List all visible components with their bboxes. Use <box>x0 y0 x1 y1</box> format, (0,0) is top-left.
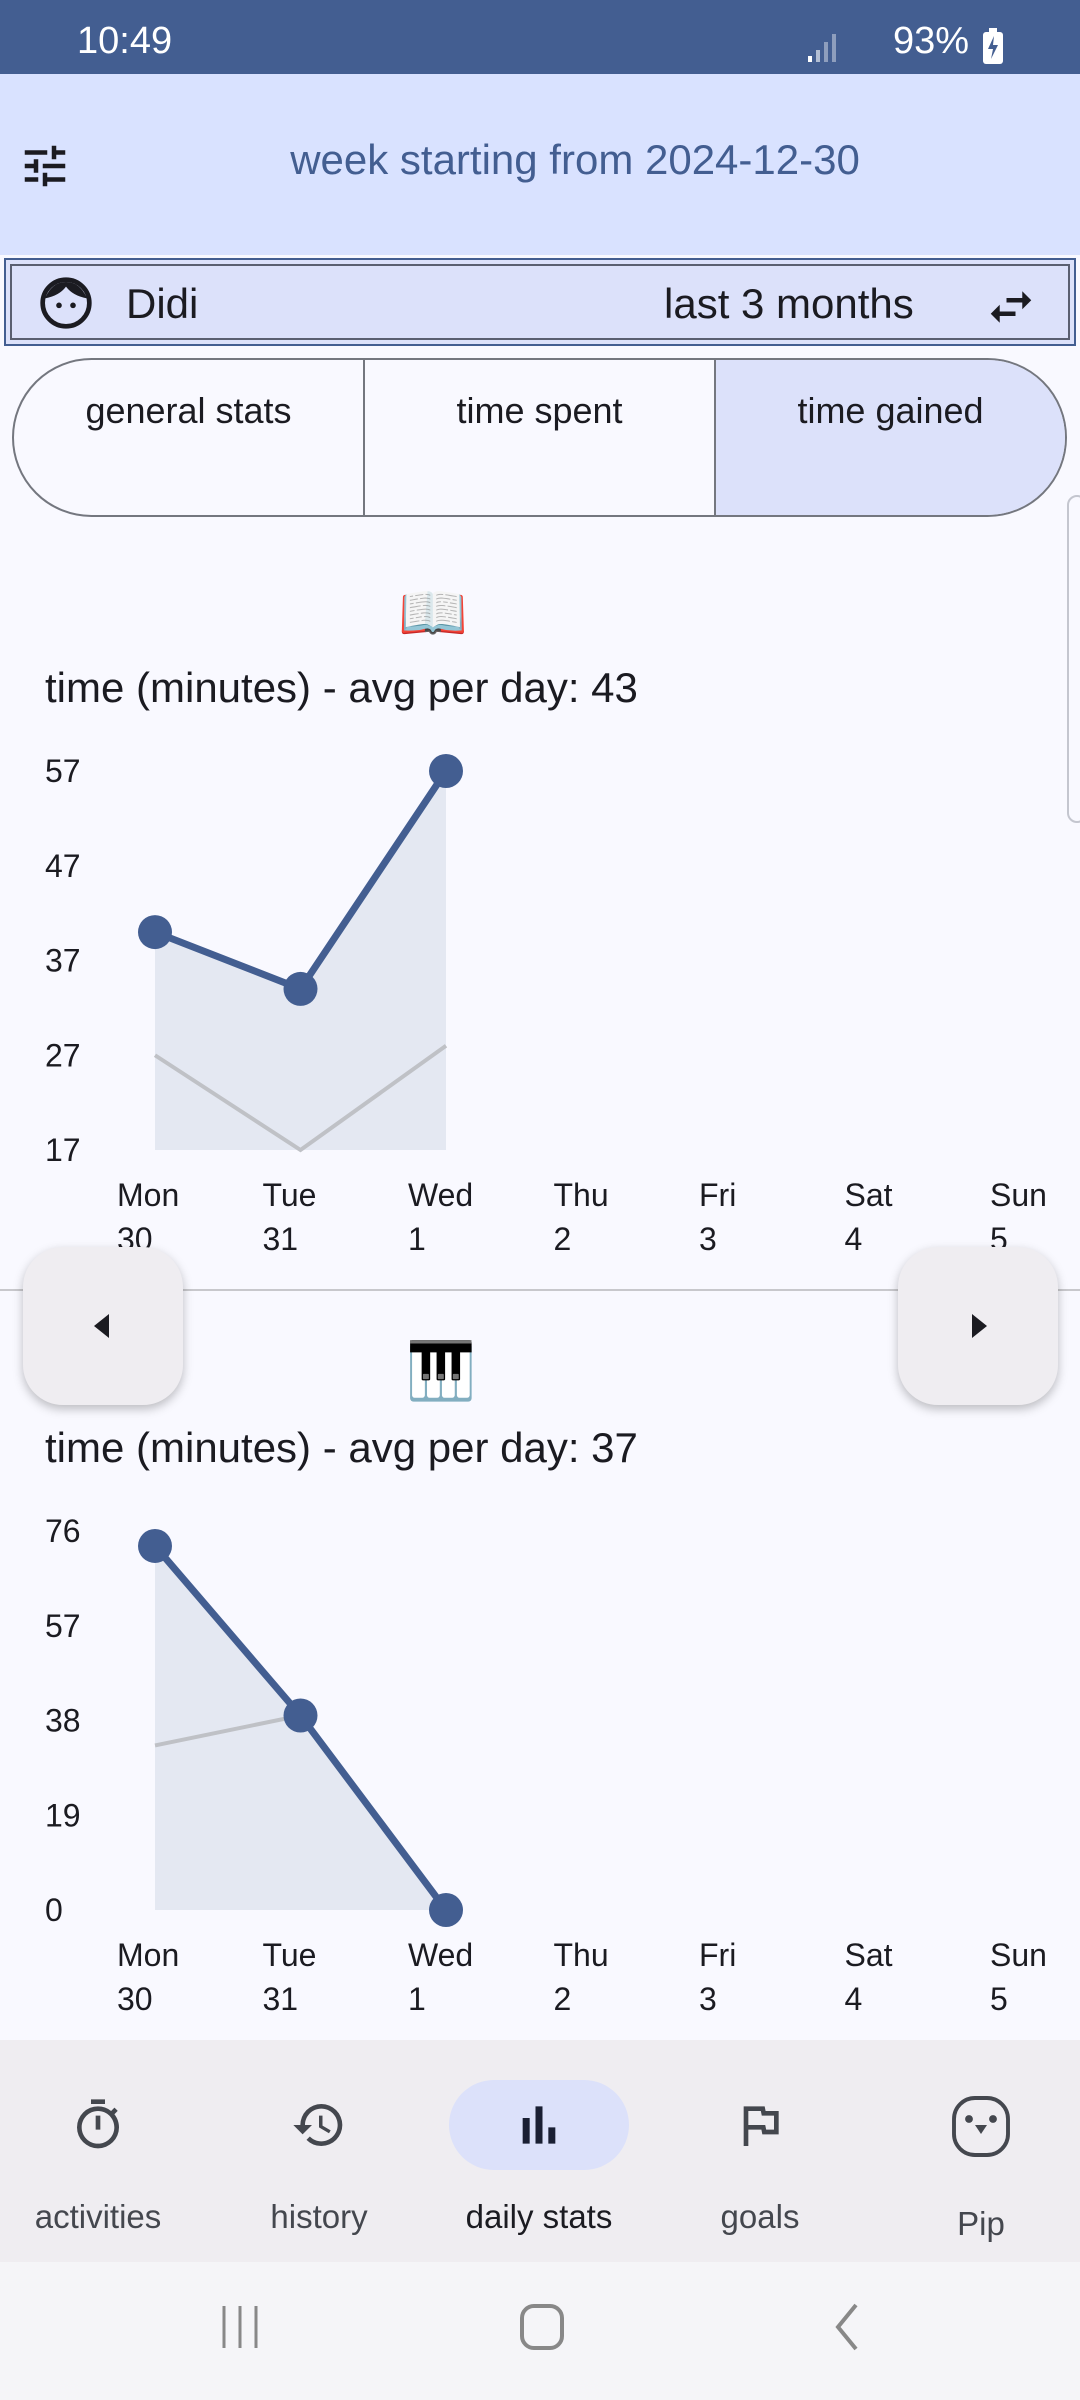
tab-time-gained[interactable]: time gained <box>716 360 1065 515</box>
x-tick-label: 30 <box>117 1981 153 2017</box>
signal-icon <box>808 34 836 62</box>
data-point <box>283 971 318 1006</box>
x-tick-label: Tue <box>263 1177 317 1213</box>
week-title: week starting from 2024-12-30 <box>290 136 860 183</box>
x-tick-label: 2 <box>554 1221 572 1257</box>
x-tick-label: 31 <box>263 1221 299 1257</box>
arrow-left-icon <box>94 1314 109 1338</box>
y-tick-label: 17 <box>45 1132 81 1168</box>
data-point <box>429 1893 463 1927</box>
status-bar: 10:49 93% <box>0 0 1080 74</box>
nav-history[interactable]: history <box>211 2040 427 2262</box>
home-icon[interactable] <box>518 2302 566 2352</box>
x-tick-label: Wed <box>408 1177 473 1213</box>
stats-tabs: general stats time spent time gained <box>12 358 1067 517</box>
nav-goals[interactable]: goals <box>652 2040 868 2262</box>
recent-apps-icon[interactable] <box>220 2302 264 2352</box>
y-tick-label: 27 <box>45 1037 81 1073</box>
y-tick-label: 0 <box>45 1892 63 1928</box>
nav-daily-stats[interactable]: daily stats <box>431 2040 647 2262</box>
user-range-selector[interactable]: Didi last 3 months <box>4 258 1076 346</box>
next-week-button[interactable] <box>898 1247 1058 1405</box>
chart-2-title: time (minutes) - avg per day: 37 <box>45 1424 638 1471</box>
x-tick-label: Wed <box>408 1937 473 1973</box>
nav-label: goals <box>720 2198 800 2235</box>
piano-emoji: 🎹 <box>406 1339 476 1402</box>
nav-activities[interactable]: activities <box>0 2040 206 2262</box>
timer-icon <box>77 2099 119 2149</box>
x-tick-label: 1 <box>408 1981 426 2017</box>
nav-pip[interactable]: Pip <box>873 2040 1080 2262</box>
bottom-navigation: activities history daily stats goals Pip <box>0 2040 1080 2262</box>
x-tick-label: Mon <box>117 1937 179 1973</box>
arrow-right-icon <box>972 1314 987 1338</box>
x-tick-label: Sat <box>845 1177 893 1213</box>
y-tick-label: 47 <box>45 848 81 884</box>
battery-percent: 93% <box>893 20 970 62</box>
data-point <box>138 915 172 950</box>
chart-1: 5747372717Mon30Tue31Wed1Thu2Fri3Sat4Sun5 <box>45 753 1047 1257</box>
nav-label: history <box>270 2198 368 2235</box>
x-tick-label: 5 <box>990 1981 1008 2017</box>
x-tick-label: Thu <box>554 1177 609 1213</box>
history-icon <box>293 2104 343 2146</box>
swap-horiz-icon[interactable] <box>984 280 1038 334</box>
x-tick-label: 1 <box>408 1221 426 1257</box>
x-tick-label: Mon <box>117 1177 179 1213</box>
y-tick-label: 76 <box>45 1513 81 1549</box>
system-navigation-bar <box>0 2262 1080 2400</box>
nav-label: Pip <box>957 2205 1005 2242</box>
data-point <box>429 754 463 788</box>
tab-general-stats[interactable]: general stats <box>14 360 365 515</box>
flag-icon <box>743 2106 779 2146</box>
user-name: Didi <box>126 280 199 327</box>
nav-label: activities <box>34 2198 162 2235</box>
x-tick-label: Fri <box>699 1177 736 1213</box>
x-tick-label: Sun <box>990 1937 1047 1973</box>
face-icon <box>40 277 92 329</box>
x-tick-label: 3 <box>699 1221 717 1257</box>
y-tick-label: 37 <box>45 943 81 979</box>
previous-week-button[interactable] <box>23 1247 183 1405</box>
x-tick-label: Sun <box>990 1177 1047 1213</box>
y-tick-label: 57 <box>45 753 81 789</box>
x-tick-label: Fri <box>699 1937 736 1973</box>
battery-charging-icon <box>983 28 1003 64</box>
y-tick-label: 38 <box>45 1703 81 1739</box>
x-tick-label: 2 <box>554 1981 572 2017</box>
top-app-bar: week starting from 2024-12-30 <box>0 74 1080 255</box>
y-tick-label: 57 <box>45 1608 81 1644</box>
back-icon[interactable] <box>826 2302 866 2352</box>
book-emoji: 📖 <box>398 581 468 644</box>
range-label: last 3 months <box>664 280 914 327</box>
bar-chart-icon <box>522 2106 556 2144</box>
status-time: 10:49 <box>77 20 173 62</box>
tab-time-spent[interactable]: time spent <box>365 360 716 515</box>
x-tick-label: 4 <box>845 1981 863 2017</box>
bird-icon <box>952 2096 1010 2157</box>
x-tick-label: 3 <box>699 1981 717 2017</box>
x-tick-label: Sat <box>845 1937 893 1973</box>
chart-1-title: time (minutes) - avg per day: 43 <box>45 664 638 711</box>
y-tick-label: 19 <box>45 1797 81 1833</box>
data-point <box>283 1698 318 1733</box>
x-tick-label: 4 <box>845 1221 863 1257</box>
x-tick-label: Tue <box>263 1937 317 1973</box>
chart-2: 76 57 38 19 0 Mon 30 Tue 31 Wed 1 Thu 2 Fri 3 Sat 4 Sun 5 <box>45 1513 1047 2017</box>
nav-label: daily stats <box>465 2198 613 2235</box>
series-area <box>155 771 446 1150</box>
x-tick-label: 31 <box>263 1981 299 2017</box>
data-point <box>138 1528 172 1563</box>
x-tick-label: Thu <box>554 1937 609 1973</box>
